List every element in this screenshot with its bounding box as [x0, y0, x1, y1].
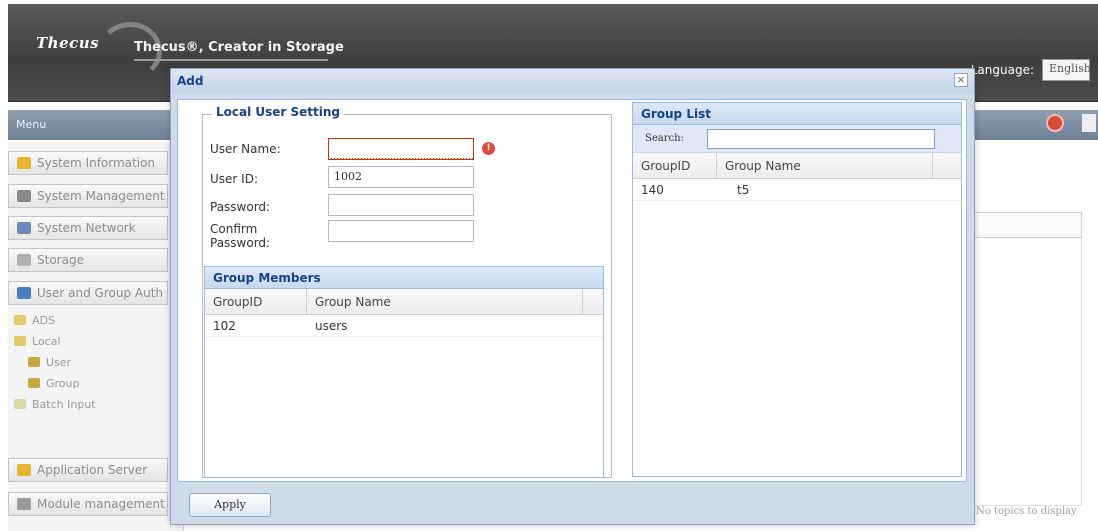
menu-item-label: System Network [37, 221, 136, 235]
auth-tree: ADS Local User Group Batch Input [14, 310, 96, 415]
logo-text: Thecus [36, 34, 100, 52]
menu-item-label: System Management [37, 189, 165, 203]
menu-item-system-management[interactable]: System Management [8, 184, 168, 208]
cell-group-name: users [315, 319, 348, 333]
user-id-label: User ID: [210, 172, 258, 186]
search-row: Search: [633, 125, 961, 153]
logo: Thecus [36, 22, 162, 80]
group-list-header: GroupID Group Name [633, 153, 961, 179]
tree-item-user[interactable]: User [28, 352, 96, 373]
info-icon [17, 157, 31, 169]
user-id-input[interactable]: 1002 [328, 166, 474, 188]
cell-groupid: 102 [213, 319, 236, 333]
cell-group-name: t5 [737, 183, 750, 197]
tree-label: User [46, 356, 72, 369]
content-toolbar [968, 110, 1098, 140]
add-dialog: Add × Local User Setting User Name: ! Us… [170, 68, 975, 525]
cell-groupid: 140 [641, 183, 664, 197]
confirm-password-label: Confirm Password: [210, 222, 271, 250]
content-grid-header [968, 212, 1082, 238]
menu-title: Menu [8, 110, 184, 140]
folder-icon [14, 336, 26, 346]
dialog-body: Local User Setting User Name: ! User ID:… [177, 99, 967, 482]
user-icon [28, 357, 40, 367]
tree-label: Group [46, 377, 80, 390]
close-icon[interactable]: × [954, 73, 968, 87]
password-label: Password: [210, 200, 271, 214]
toolbar-icon[interactable] [1082, 114, 1096, 132]
password-input[interactable] [328, 194, 474, 216]
module-icon [17, 498, 31, 510]
storage-icon [17, 254, 31, 266]
group-list-title: Group List [633, 103, 961, 125]
users-icon [17, 287, 31, 299]
apply-button[interactable]: Apply [189, 493, 271, 517]
menu-item-module-management[interactable]: Module management [8, 492, 168, 516]
user-name-input[interactable] [328, 138, 474, 160]
user-name-label: User Name: [210, 142, 281, 156]
group-members-title: Group Members [205, 267, 603, 289]
tree-item-ads[interactable]: ADS [14, 310, 96, 331]
tree-label: ADS [32, 314, 55, 327]
local-user-panel: Local User Setting User Name: ! User ID:… [190, 100, 613, 481]
column-header-group-name[interactable]: Group Name [307, 289, 583, 314]
column-header-group-name[interactable]: Group Name [717, 153, 933, 178]
menu-item-label: System Information [37, 156, 156, 170]
app-server-icon [17, 464, 31, 476]
group-list-grid: Group List Search: GroupID Group Name 14… [632, 102, 962, 477]
tools-icon [17, 190, 31, 202]
column-header-groupid[interactable]: GroupID [633, 153, 717, 178]
confirm-password-input[interactable] [328, 220, 474, 242]
brand-title: Thecus®, Creator in Storage [134, 40, 344, 61]
group-members-grid: Group Members GroupID Group Name 102 use… [204, 266, 604, 478]
tree-item-local[interactable]: Local [14, 331, 96, 352]
menu-item-system-information[interactable]: System Information [8, 151, 168, 175]
dialog-title: Add [171, 69, 974, 93]
search-label: Search: [645, 133, 684, 144]
menu-item-label: Storage [37, 253, 84, 267]
column-header-groupid[interactable]: GroupID [205, 289, 307, 314]
language-label: Language: [970, 63, 1034, 77]
menu-item-label: Application Server [37, 463, 148, 477]
tree-item-batch-input[interactable]: Batch Input [14, 394, 96, 415]
logout-icon[interactable] [1046, 114, 1064, 132]
ads-icon [14, 315, 26, 325]
error-icon: ! [482, 142, 495, 155]
content-grid-body [968, 238, 1082, 506]
batch-icon [14, 399, 26, 409]
search-input[interactable] [707, 128, 935, 149]
group-icon [28, 378, 40, 388]
menu-item-user-group-auth[interactable]: User and Group Auth [8, 281, 168, 305]
language-area: Language: English [970, 59, 1091, 81]
group-members-header: GroupID Group Name [205, 289, 603, 315]
grid-footer-text: No topics to display [976, 506, 1077, 517]
menu-item-system-network[interactable]: System Network [8, 216, 168, 240]
tree-label: Batch Input [32, 398, 96, 411]
table-row[interactable]: 102 users [205, 315, 603, 337]
language-select[interactable]: English [1042, 59, 1091, 81]
menu-item-label: User and Group Auth [37, 286, 164, 300]
tree-label: Local [32, 335, 61, 348]
menu-item-application-server[interactable]: Application Server [8, 458, 168, 482]
network-icon [17, 222, 31, 234]
local-user-setting-legend: Local User Setting [212, 105, 345, 119]
menu-item-label: Module management [37, 497, 165, 511]
tree-item-group[interactable]: Group [28, 373, 96, 394]
table-row[interactable]: 140 t5 [633, 179, 961, 201]
menu-item-storage[interactable]: Storage [8, 248, 168, 272]
